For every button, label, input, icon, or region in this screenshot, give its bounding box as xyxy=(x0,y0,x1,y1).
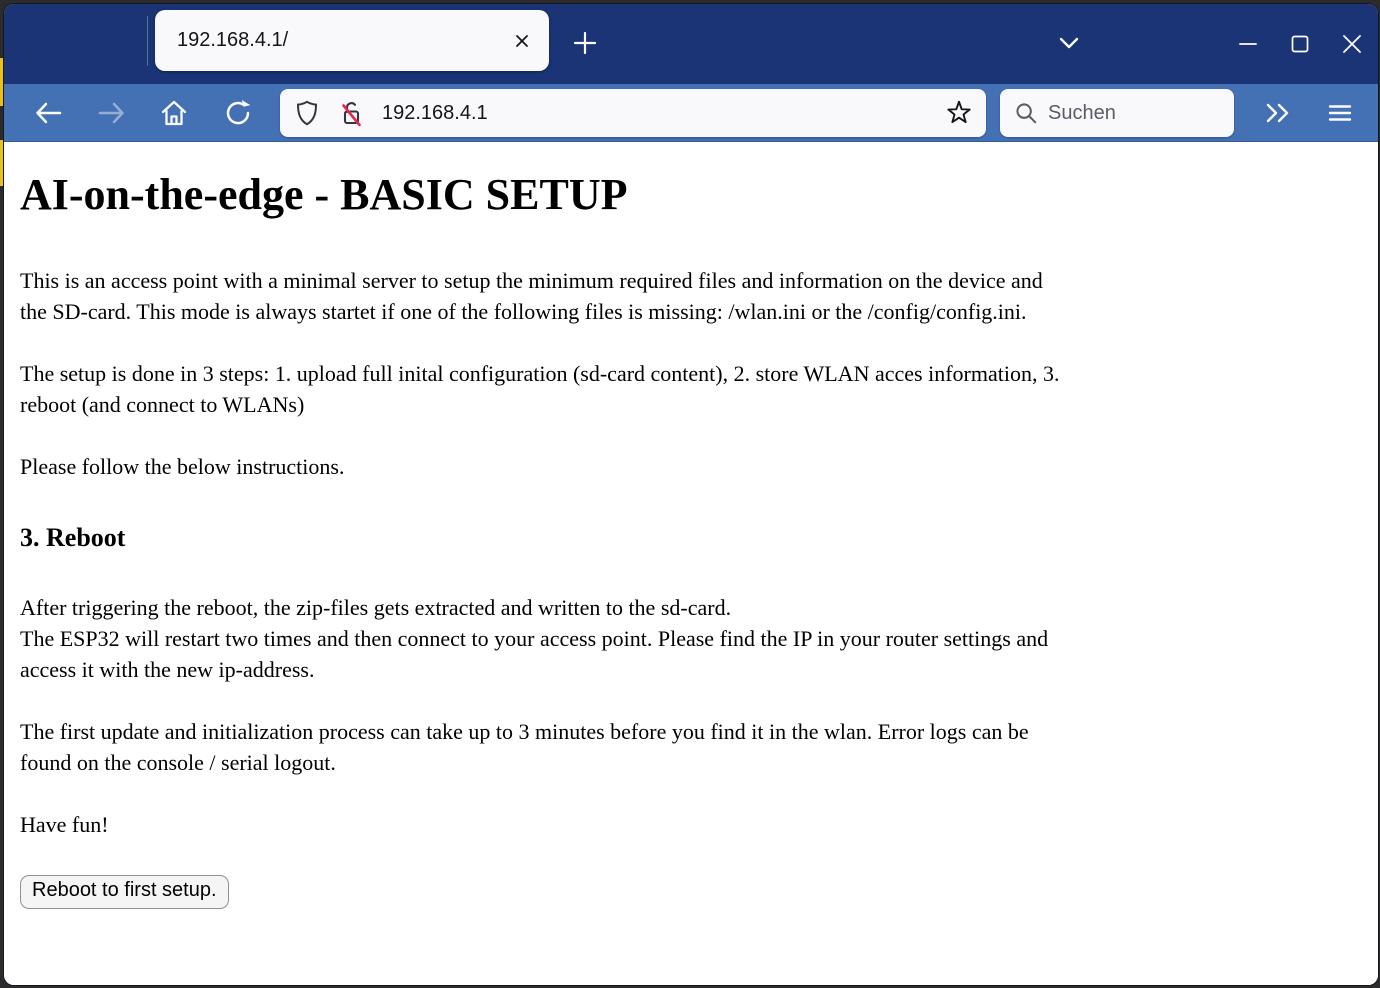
back-button[interactable] xyxy=(28,93,68,133)
follow-paragraph: Please follow the below instructions. xyxy=(20,451,1368,482)
tab-close-button[interactable] xyxy=(507,26,537,56)
home-button[interactable] xyxy=(154,93,194,133)
tab-title: 192.168.4.1/ xyxy=(177,29,507,52)
desktop-background-sliver xyxy=(0,58,3,106)
intro-paragraph: This is an access point with a minimal s… xyxy=(20,265,1368,327)
active-tab[interactable]: 192.168.4.1/ xyxy=(155,10,549,71)
reload-icon xyxy=(222,97,254,129)
browser-window: 192.168.4.1/ xyxy=(4,4,1378,985)
minimize-button[interactable] xyxy=(1222,4,1274,84)
list-all-tabs-button[interactable] xyxy=(1047,22,1091,64)
close-icon xyxy=(1340,32,1364,56)
chevron-down-icon xyxy=(1055,29,1083,57)
page-content: AI-on-the-edge - BASIC SETUP This is an … xyxy=(4,142,1378,985)
text-line: reboot (and connect to WLANs) xyxy=(20,389,1368,420)
text-line: the SD-card. This mode is always startet… xyxy=(20,296,1368,327)
tab-separator xyxy=(147,16,148,66)
text-line: This is an access point with a minimal s… xyxy=(20,265,1368,296)
plus-icon xyxy=(572,30,598,56)
url-input[interactable] xyxy=(382,102,944,125)
page-title: AI-on-the-edge - BASIC SETUP xyxy=(20,142,1368,220)
maximize-icon xyxy=(1289,33,1311,55)
text-line: After triggering the reboot, the zip-fil… xyxy=(20,592,1368,623)
minimize-icon xyxy=(1237,33,1259,55)
close-icon xyxy=(513,32,531,50)
update-info-paragraph: The first update and initialization proc… xyxy=(20,716,1368,778)
have-fun-paragraph: Have fun! xyxy=(20,809,1368,840)
double-chevron-right-icon xyxy=(1261,97,1295,129)
reload-button[interactable] xyxy=(218,93,258,133)
navigation-toolbar xyxy=(4,84,1378,142)
text-line: The ESP32 will restart two times and the… xyxy=(20,623,1368,654)
back-arrow-icon xyxy=(31,96,65,130)
steps-paragraph: The setup is done in 3 steps: 1. upload … xyxy=(20,358,1368,420)
home-icon xyxy=(158,97,190,129)
close-window-button[interactable] xyxy=(1326,4,1378,84)
window-controls xyxy=(1222,4,1378,84)
text-line: The first update and initialization proc… xyxy=(20,716,1368,747)
forward-arrow-icon xyxy=(95,96,129,130)
app-menu-button[interactable] xyxy=(1318,93,1362,133)
section-heading: 3. Reboot xyxy=(20,522,1368,554)
forward-button[interactable] xyxy=(92,93,132,133)
text-line: found on the console / serial logout. xyxy=(20,747,1368,778)
firefox-view-button[interactable] xyxy=(92,24,130,62)
overflow-chevrons-button[interactable] xyxy=(1256,93,1300,133)
url-bar[interactable] xyxy=(280,89,986,137)
hamburger-menu-icon xyxy=(1324,97,1356,129)
titlebar: 192.168.4.1/ xyxy=(4,4,1378,84)
search-icon xyxy=(1012,99,1040,127)
new-tab-button[interactable] xyxy=(565,23,605,63)
tracking-protection-shield-icon[interactable] xyxy=(292,98,322,128)
bookmark-star-icon[interactable] xyxy=(944,98,974,128)
reboot-info-paragraph: After triggering the reboot, the zip-fil… xyxy=(20,592,1368,685)
insecure-connection-lock-icon[interactable] xyxy=(336,98,366,128)
reboot-button[interactable]: Reboot to first setup. xyxy=(20,875,229,909)
search-input[interactable] xyxy=(1048,102,1234,125)
text-line: The setup is done in 3 steps: 1. upload … xyxy=(20,358,1368,389)
search-bar[interactable] xyxy=(1000,89,1234,137)
text-line: access it with the new ip-address. xyxy=(20,654,1368,685)
desktop-background-sliver xyxy=(0,140,3,186)
maximize-button[interactable] xyxy=(1274,4,1326,84)
